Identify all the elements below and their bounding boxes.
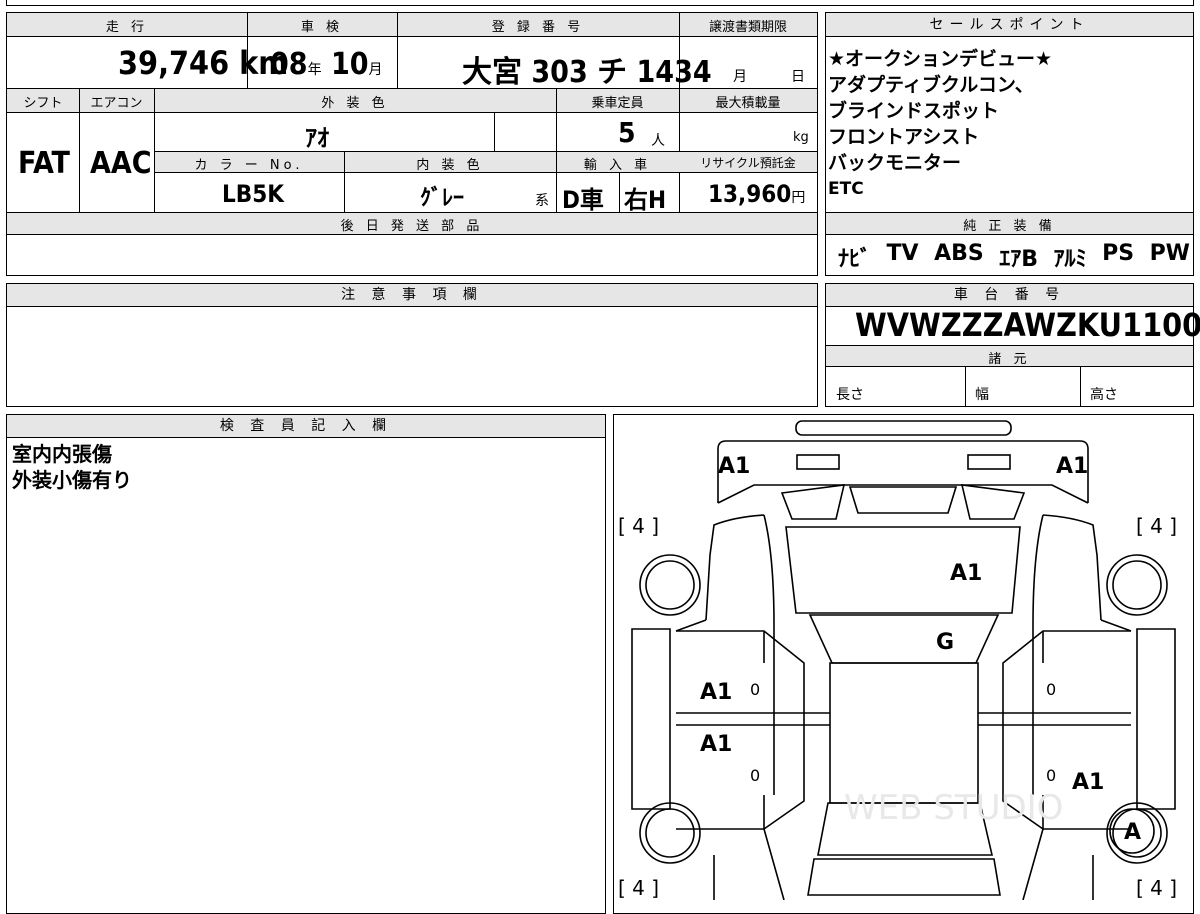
genuine-equipment-list: ﾅﾋﾞ TV ABS ｴｱB ｱﾙﾐ PS PW	[838, 241, 1190, 273]
watermark: WEB STUDIO	[844, 788, 1063, 828]
equipment-item: PS	[1102, 241, 1135, 266]
equipment-item: ﾅﾋﾞ	[838, 247, 872, 272]
diagram-label-tl: A1	[718, 454, 750, 479]
spec-height-label: 高さ	[1090, 387, 1118, 403]
registration-label: 登 録 番 号	[491, 20, 585, 35]
bracket-left-bottom: [ 4 ]	[618, 876, 659, 900]
sales-point-line: ブラインドスポット	[828, 100, 1000, 122]
recycle-label: リサイクル預託金	[700, 156, 796, 170]
sales-point-line: フロントアシスト	[828, 126, 980, 148]
inspector-notes: 室内内張傷 外装小傷有り	[12, 441, 132, 493]
zero-mark: 0	[750, 766, 760, 785]
diagram-label-door-rr: A1	[1072, 770, 1104, 795]
import-label: 輸 入 車	[583, 158, 652, 173]
diagram-label-door-fl: A1	[700, 680, 732, 705]
specs-header: 諸 元	[988, 352, 1031, 367]
mileage-value: 39,746 km	[118, 44, 289, 82]
import-value-2: 右H	[624, 186, 667, 214]
inspector-note-line: 外装小傷有り	[12, 468, 132, 492]
exterior-color-value: ｱｵ	[305, 124, 329, 152]
zero-mark: 0	[750, 680, 760, 699]
diagram-label-windshield: G	[936, 630, 954, 655]
diagram-label-hood: A1	[950, 561, 982, 586]
interior-color-suffix: 系	[535, 193, 549, 209]
equipment-item: PW	[1149, 241, 1190, 266]
sales-point-line: ETC	[828, 179, 864, 199]
shift-label: シフト	[23, 96, 63, 111]
inspector-note-line: 室内内張傷	[12, 442, 112, 466]
equipment-item: ｱﾙﾐ	[1053, 247, 1087, 272]
notes-header: 注 意 事 項 欄	[7, 284, 817, 307]
sales-point-line: バックモニター	[828, 152, 962, 174]
equipment-item: ｴｱB	[999, 247, 1039, 272]
capacity-unit: 人	[651, 133, 665, 149]
zero-mark: 0	[1046, 766, 1056, 785]
max-load-unit: kg	[793, 130, 809, 145]
chassis-number: WVWZZZAWZKU110036	[855, 306, 1200, 344]
bracket-right-bottom: [ 4 ]	[1136, 876, 1177, 900]
registration-value: 大宮 303 チ 1434	[462, 55, 712, 90]
mileage-label: 走 行	[105, 20, 149, 35]
inspector-header: 検 査 員 記 入 欄	[7, 415, 605, 438]
spec-width-label: 幅	[975, 387, 989, 403]
transfer-month-unit: 月	[733, 69, 747, 85]
max-load-label: 最大積載量	[715, 96, 781, 111]
inspection-label: 車 検	[300, 20, 344, 35]
bracket-left-top: [ 4 ]	[618, 514, 659, 538]
sales-point-line: ★オークションデビュー★	[828, 48, 1053, 70]
zero-mark: 0	[1046, 680, 1056, 699]
equipment-item: TV	[886, 241, 919, 266]
shift-value: FAT	[18, 146, 70, 181]
later-parts-header: 後 日 発 送 部 品	[340, 219, 484, 234]
transfer-label: 譲渡書類期限	[708, 20, 787, 35]
import-value-1: D車	[562, 186, 604, 214]
capacity-value: 5	[618, 116, 636, 149]
genuine-equipment-header: 純 正 装 備	[963, 219, 1056, 234]
diagram-label-tr: A1	[1056, 454, 1088, 479]
aircon-value: AAC	[90, 146, 152, 181]
sales-points-list: ★オークションデビュー★ アダプティブクルコン、 ブラインドスポット フロントア…	[828, 46, 1192, 202]
diagram-label-wheel-rr: A	[1124, 820, 1141, 845]
inspection-value: 08年 10月	[270, 47, 383, 82]
car-diagram: A1 A1 A1 G A1 A1 A1 A [ 4 ] [ 4 ] [ 4 ] …	[618, 420, 1177, 900]
aircon-label: エアコン	[90, 96, 143, 111]
spec-length-label: 長さ	[836, 387, 864, 403]
sales-point-line: アダプティブクルコン、	[828, 74, 1034, 96]
interior-color-label: 内 装 色	[416, 158, 484, 173]
exterior-color-label: 外 装 色	[321, 96, 389, 111]
interior-color-value: ｸﾞﾚｰ	[420, 186, 465, 211]
sales-points-header: セールスポイント	[826, 13, 1193, 37]
equipment-item: ABS	[934, 241, 984, 266]
color-no-label: カ ラ ー No.	[194, 158, 304, 173]
chassis-header: 車 台 番 号	[826, 284, 1193, 307]
capacity-label: 乗車定員	[591, 96, 644, 111]
top-strip	[6, 0, 1194, 6]
recycle-value: 13,960円	[708, 180, 806, 208]
diagram-label-door-rl: A1	[700, 732, 732, 757]
bracket-right-top: [ 4 ]	[1136, 514, 1177, 538]
transfer-day-unit: 日	[791, 69, 805, 85]
color-no-value: LB5K	[222, 180, 284, 208]
